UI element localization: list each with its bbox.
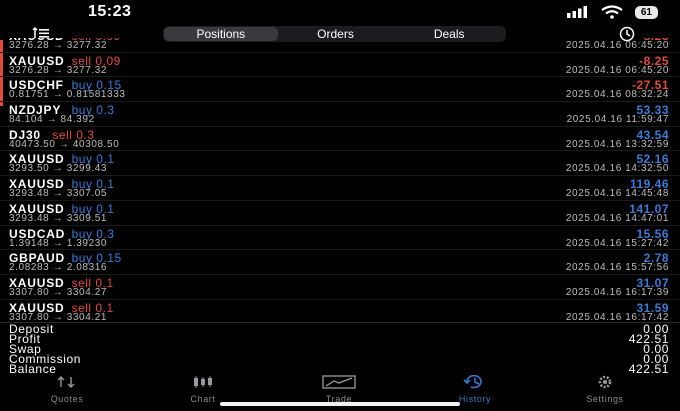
- home-indicator: [220, 402, 460, 406]
- deals-list: XAUUSDsell 0.093276.28 → 3277.32-8.25202…: [0, 38, 680, 320]
- deal-row[interactable]: XAUUSD buy 0.1 3293.48 → 3307.05 119.46 2025…: [0, 176, 680, 201]
- deal-row[interactable]: GBPAUD buy 0.15 2.08283 → 2.08316 2.78 2025.…: [0, 250, 680, 275]
- deal-time: 2025.04.16 11:59:47: [566, 114, 669, 126]
- status-bar: 15:23 61: [0, 0, 680, 24]
- deal-prices: 3276.28 → 3277.32: [9, 64, 108, 76]
- trade-icon: [322, 375, 356, 389]
- deal-row[interactable]: NZDJPY buy 0.3 84.104 → 84.392 53.33 2025.04…: [0, 102, 680, 127]
- summary-row: Profit 422.51: [9, 332, 669, 346]
- deal-prices: 1.39148 → 1.39230: [9, 237, 108, 249]
- deal-row[interactable]: XAUUSD sell 0.1 3307.80 → 3304.27 31.07 2025…: [0, 275, 680, 300]
- signal-icon: [566, 6, 587, 18]
- deal-prices: 84.104 → 84.392: [9, 114, 95, 126]
- deal-prices: 2.08283 → 2.08316: [9, 262, 108, 274]
- deal-row[interactable]: XAUUSDsell 0.093276.28 → 3277.32-8.25202…: [0, 38, 680, 53]
- deal-row[interactable]: XAUUSD buy 0.1 3293.48 → 3309.51 141.07 2025…: [0, 201, 680, 226]
- nav-settings[interactable]: Settings: [565, 375, 645, 407]
- deal-prices: 3307.80 → 3304.27: [9, 286, 108, 298]
- summary-row: Deposit 0.00: [9, 322, 669, 336]
- deal-time: 2025.04.16 06:45:20: [565, 40, 669, 51]
- history-icon: [463, 375, 482, 389]
- deal-row[interactable]: DJ30 sell 0.3 40473.50 → 40308.50 43.54 2025…: [0, 127, 680, 152]
- battery-icon: 61: [634, 5, 658, 19]
- deal-time: 2025.04.16 15:57:56: [565, 262, 669, 274]
- wifi-icon: [601, 5, 623, 19]
- deal-row[interactable]: XAUUSD sell 0.1 3307.80 → 3304.21 31.59 2025…: [0, 300, 680, 320]
- deal-time: 2025.04.16 14:32:50: [565, 163, 669, 175]
- deal-prices: 0.81751 → 0.81581333: [9, 89, 126, 101]
- deal-prices: 40473.50 → 40308.50: [9, 138, 120, 150]
- deal-time: 2025.04.16 08:32:24: [565, 89, 669, 101]
- settings-icon: [598, 375, 612, 389]
- summary-row: Swap 0.00: [9, 342, 669, 356]
- deal-prices: 3307.80 → 3304.21: [9, 311, 108, 320]
- deal-prices: 3293.50 → 3299.43: [9, 163, 108, 175]
- deal-time: 2025.04.16 15:27:42: [565, 237, 669, 249]
- deal-time: 2025.04.16 16:17:42: [565, 311, 669, 320]
- deal-prices: 3276.28 → 3277.32: [9, 40, 108, 51]
- deal-time: 2025.04.16 16:17:39: [565, 286, 669, 298]
- chart-icon: [194, 376, 212, 388]
- deal-time: 2025.04.16 14:47:01: [565, 212, 669, 224]
- nav-quotes[interactable]: Quotes: [27, 375, 107, 407]
- deal-time: 2025.04.16 14:45:48: [565, 188, 669, 200]
- deal-prices: 3293.48 → 3309.51: [9, 212, 108, 224]
- deal-time: 2025.04.16 13:32:59: [565, 138, 669, 150]
- summary-row: Balance 422.51: [9, 362, 669, 376]
- deal-row[interactable]: USDCAD buy 0.3 1.39148 → 1.39230 15.56 2025.…: [0, 226, 680, 251]
- deal-time: 2025.04.16 06:45:20: [565, 64, 669, 76]
- deal-row[interactable]: XAUUSD buy 0.1 3293.50 → 3299.43 52.16 2025.…: [0, 151, 680, 177]
- deal-row[interactable]: USDCHF buy 0.15 0.81751 → 0.81581333 -27.51…: [0, 77, 680, 103]
- summary-panel: Deposit 0.00 Profit 422.51 Swap 0.00 Commis…: [0, 322, 680, 376]
- deal-prices: 3293.48 → 3307.05: [9, 188, 108, 200]
- summary-row: Commission 0.00: [9, 352, 669, 366]
- quotes-icon: [57, 376, 75, 388]
- deal-row[interactable]: XAUUSDsell 0.093276.28 → 3277.32-8.25202…: [0, 53, 680, 78]
- status-time: 15:23: [88, 3, 132, 20]
